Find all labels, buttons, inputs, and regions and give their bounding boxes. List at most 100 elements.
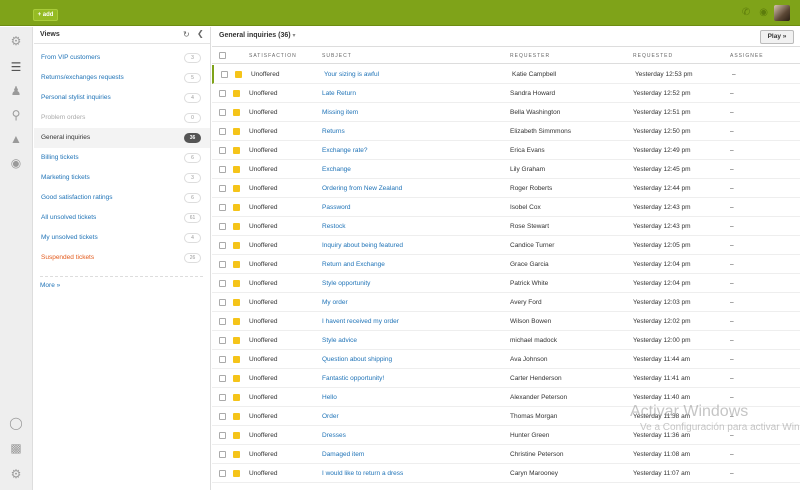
row-checkbox[interactable] [219, 356, 226, 363]
table-row[interactable]: Unoffered I would like to return a dress C… [212, 464, 800, 483]
subject-link[interactable]: I would like to return a dress [322, 470, 403, 477]
row-checkbox[interactable] [221, 71, 228, 78]
subject-link[interactable]: Question about shipping [322, 356, 392, 363]
subject-link[interactable]: Your sizing is awful [324, 71, 379, 78]
subject-link[interactable]: Restock [322, 223, 345, 230]
subject-link[interactable]: Damaged item [322, 451, 364, 458]
view-item-returns[interactable]: Returns/exchanges requests 5 [34, 68, 210, 88]
row-checkbox[interactable] [219, 375, 226, 382]
table-row[interactable]: Unoffered Dresses Hunter Green Yesterday 11… [212, 426, 800, 445]
row-checkbox[interactable] [219, 394, 226, 401]
table-row[interactable]: Unoffered Restock Rose Stewart Yesterday 12… [212, 217, 800, 236]
phone-icon[interactable]: ✆ [742, 8, 750, 18]
table-row[interactable]: Unoffered Fantastic opportunity! Carter He… [212, 369, 800, 388]
view-item-general-inquiries[interactable]: General inquiries 36 [34, 128, 210, 148]
subject-link[interactable]: Order [322, 413, 339, 420]
row-checkbox[interactable] [219, 432, 226, 439]
reporting-icon[interactable]: ▲ [9, 132, 23, 146]
subject-link[interactable]: Return and Exchange [322, 261, 385, 268]
eye-icon[interactable]: ◉ [759, 8, 768, 18]
table-row[interactable]: Unoffered Exchange rate? Erica Evans Yester… [212, 141, 800, 160]
row-checkbox[interactable] [219, 413, 226, 420]
col-subject[interactable]: SUBJECT [322, 53, 352, 59]
subject-link[interactable]: Exchange [322, 166, 351, 173]
menu-icon[interactable]: ☰ [9, 60, 23, 74]
avatar[interactable] [774, 5, 790, 21]
view-item-my-unsolved[interactable]: My unsolved tickets 4 [34, 228, 210, 248]
row-checkbox[interactable] [219, 261, 226, 268]
table-row[interactable]: Unoffered Hello Alexander Peterson Yesterda… [212, 388, 800, 407]
col-requester[interactable]: REQUESTER [510, 53, 550, 59]
subject-link[interactable]: Inquiry about being featured [322, 242, 403, 249]
view-item-stylist[interactable]: Personal stylist inquiries 4 [34, 88, 210, 108]
view-item-billing[interactable]: Billing tickets 6 [34, 148, 210, 168]
row-checkbox[interactable] [219, 204, 226, 211]
subject-link[interactable]: Style opportunity [322, 280, 370, 287]
row-checkbox[interactable] [219, 470, 226, 477]
list-title[interactable]: General inquiries (36) ▾ [219, 32, 296, 39]
view-item-problem-orders[interactable]: Problem orders 0 [34, 108, 210, 128]
table-row[interactable]: Unoffered My order Avery Ford Yesterday 12:… [212, 293, 800, 312]
row-checkbox[interactable] [219, 451, 226, 458]
subject-link[interactable]: Missing item [322, 109, 358, 116]
table-row[interactable]: Unoffered Question about shipping Ava John… [212, 350, 800, 369]
row-checkbox[interactable] [219, 337, 226, 344]
zendesk-icon[interactable]: ◯ [9, 416, 23, 430]
table-row[interactable]: Unoffered Missing item Bella Washington Yes… [212, 103, 800, 122]
gear-icon[interactable]: ⚙ [9, 34, 23, 48]
table-row[interactable]: Unoffered Password Isobel Cox Yesterday 12:… [212, 198, 800, 217]
table-row[interactable]: Unoffered I havent received my order Wilso… [212, 312, 800, 331]
table-row[interactable]: Unoffered Your sizing is awful Katie Campb… [212, 65, 800, 84]
more-views-link[interactable]: More » [40, 282, 60, 289]
table-row[interactable]: Unoffered Damaged item Christine Peterson Y… [212, 445, 800, 464]
table-row[interactable]: Unoffered Style advice michael madock Yeste… [212, 331, 800, 350]
row-checkbox[interactable] [219, 147, 226, 154]
table-row[interactable]: Unoffered Late Return Sandra Howard Yesterd… [212, 84, 800, 103]
view-item-marketing[interactable]: Marketing tickets 3 [34, 168, 210, 188]
subject-link[interactable]: Password [322, 204, 351, 211]
col-satisfaction[interactable]: SATISFACTION [249, 53, 297, 59]
table-row[interactable]: Unoffered Return and Exchange Grace Garcia… [212, 255, 800, 274]
row-checkbox[interactable] [219, 280, 226, 287]
row-checkbox[interactable] [219, 318, 226, 325]
table-row[interactable]: Unoffered Ordering from New Zealand Roger … [212, 179, 800, 198]
row-checkbox[interactable] [219, 166, 226, 173]
row-checkbox[interactable] [219, 223, 226, 230]
table-row[interactable]: Unoffered Exchange Lily Graham Yesterday 12… [212, 160, 800, 179]
subject-link[interactable]: My order [322, 299, 348, 306]
subject-link[interactable]: I havent received my order [322, 318, 399, 325]
view-item-good-ratings[interactable]: Good satisfaction ratings 6 [34, 188, 210, 208]
row-checkbox[interactable] [219, 128, 226, 135]
refresh-icon[interactable]: ↻ [183, 30, 190, 39]
add-button[interactable]: + add [33, 9, 58, 21]
col-requested[interactable]: REQUESTED [633, 53, 673, 59]
subject-link[interactable]: Fantastic opportunity! [322, 375, 384, 382]
row-checkbox[interactable] [219, 299, 226, 306]
row-checkbox[interactable] [219, 109, 226, 116]
table-row[interactable]: Unoffered Inquiry about being featured Can… [212, 236, 800, 255]
table-row[interactable]: Unoffered Style opportunity Patrick White Y… [212, 274, 800, 293]
subject-link[interactable]: Ordering from New Zealand [322, 185, 402, 192]
subject-link[interactable]: Returns [322, 128, 345, 135]
subject-link[interactable]: Style advice [322, 337, 357, 344]
row-checkbox[interactable] [219, 242, 226, 249]
subject-link[interactable]: Late Return [322, 90, 356, 97]
apps-icon[interactable]: ◉ [9, 156, 23, 170]
play-button[interactable]: Play » [760, 30, 794, 44]
admin-gear-icon[interactable]: ⚙ [9, 467, 23, 481]
col-assignee[interactable]: ASSIGNEE [730, 53, 764, 59]
select-all-checkbox[interactable] [219, 52, 226, 59]
users-icon[interactable]: ♟ [9, 84, 23, 98]
view-item-suspended[interactable]: Suspended tickets 26 [34, 248, 210, 268]
table-row[interactable]: Unoffered Order Thomas Morgan Yesterday 11:… [212, 407, 800, 426]
search-icon[interactable]: ⚲ [9, 108, 23, 122]
row-checkbox[interactable] [219, 90, 226, 97]
table-row[interactable]: Unoffered Returns Elizabeth Simmmons Yester… [212, 122, 800, 141]
row-checkbox[interactable] [219, 185, 226, 192]
chart-icon[interactable]: ▩ [9, 441, 23, 455]
subject-link[interactable]: Exchange rate? [322, 147, 368, 154]
collapse-icon[interactable]: ❮ [197, 29, 204, 38]
view-item-vip[interactable]: From VIP customers 3 [34, 48, 210, 68]
view-item-all-unsolved[interactable]: All unsolved tickets 61 [34, 208, 210, 228]
subject-link[interactable]: Dresses [322, 432, 346, 439]
